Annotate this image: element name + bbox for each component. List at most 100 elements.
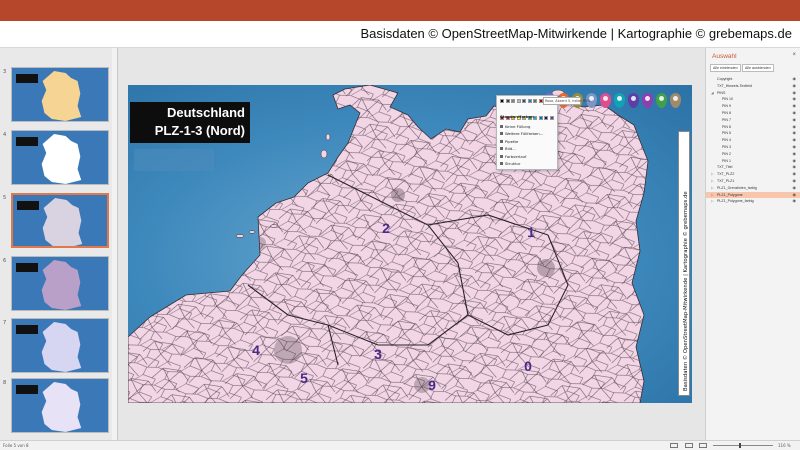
eye-icon[interactable]: ◉ <box>793 110 797 116</box>
layer-row[interactable]: PIN 2 ◉ <box>706 151 800 157</box>
map-pin-icon[interactable] <box>614 93 625 108</box>
slide-thumbnail-4[interactable]: 4 <box>0 130 117 186</box>
color-swatch[interactable] <box>549 116 554 120</box>
eye-icon[interactable]: ◉ <box>793 158 797 164</box>
close-icon[interactable]: × <box>792 52 796 58</box>
thumbnail-image[interactable] <box>11 193 109 248</box>
layer-row[interactable]: PIN 9 ◉ <box>706 103 800 109</box>
thumbnail-image[interactable] <box>11 130 109 185</box>
color-swatch[interactable] <box>500 99 504 103</box>
selection-pane[interactable]: Auswahl × Alle einblenden Alle ausblende… <box>705 48 800 440</box>
layer-row[interactable]: PIN 8 ◉ <box>706 110 800 116</box>
expand-icon[interactable]: ▷ <box>711 185 714 191</box>
color-swatch[interactable] <box>516 99 521 103</box>
expand-icon[interactable]: ▷ <box>711 192 714 198</box>
map-pin-icon[interactable] <box>670 93 681 108</box>
thumbnail-image[interactable] <box>11 378 109 433</box>
expand-icon[interactable]: ◢ <box>711 90 714 96</box>
layer-row[interactable]: ▷ TXT_PLZ2 ◉ <box>706 171 800 177</box>
eye-icon[interactable]: ◉ <box>793 124 797 130</box>
eye-icon[interactable]: ◉ <box>793 192 797 198</box>
color-swatch[interactable] <box>505 99 510 103</box>
menu-item[interactable]: Farbverlauf <box>505 154 526 159</box>
eye-icon[interactable]: ◉ <box>793 144 797 150</box>
menu-item[interactable]: Struktur <box>505 161 521 166</box>
eye-icon[interactable]: ◉ <box>793 117 797 123</box>
layer-row[interactable]: PIN 5 ◉ <box>706 130 800 136</box>
slide-thumbnail-7[interactable]: 7 <box>0 318 117 374</box>
slide-thumbnail-8[interactable]: 8 <box>0 378 117 434</box>
hide-all-button[interactable]: Alle ausblenden <box>742 64 774 72</box>
eye-icon[interactable]: ◉ <box>793 178 797 184</box>
layer-row[interactable]: TXT_Titel ◉ <box>706 164 800 170</box>
eye-icon[interactable]: ◉ <box>793 103 797 109</box>
eye-icon[interactable]: ◉ <box>793 185 797 191</box>
slide-thumbnail-pane[interactable]: 3 4 5 6 7 8 <box>0 48 118 440</box>
slide-thumbnail-6[interactable]: 6 <box>0 256 117 312</box>
thumbnail-number: 6 <box>3 258 7 264</box>
thumbnail-image[interactable] <box>11 256 109 311</box>
thumbnail-number: 3 <box>3 69 7 75</box>
menu-item[interactable]: Bild... <box>505 146 516 151</box>
menu-item[interactable]: Keine Füllung <box>505 124 530 129</box>
layer-row[interactable]: PIN 1 ◉ <box>706 158 800 164</box>
region-label-0: 0 <box>524 358 532 374</box>
eye-icon[interactable]: ◉ <box>793 76 797 82</box>
layer-row[interactable]: ▷ PLZ1_Grenzlinien_farbig ◉ <box>706 185 800 191</box>
expand-icon[interactable]: ▷ <box>711 171 714 177</box>
zoom-slider[interactable] <box>713 445 773 446</box>
region-label-4: 4 <box>252 342 260 358</box>
status-bar: Folie 5 von 8 116 % <box>0 440 800 450</box>
color-swatch[interactable] <box>527 99 532 103</box>
zoom-level[interactable]: 116 % <box>778 443 791 448</box>
eye-icon[interactable]: ◉ <box>793 137 797 143</box>
eye-icon[interactable]: ◉ <box>793 83 797 89</box>
thumbnail-image[interactable] <box>11 318 109 373</box>
eye-icon[interactable]: ◉ <box>793 171 797 177</box>
layer-row[interactable]: PIN 7 ◉ <box>706 117 800 123</box>
layer-row[interactable]: PIN 10 ◉ <box>706 96 800 102</box>
vertical-credit-box[interactable]: Basisdaten © OpenStreetMap-Mitwirkende |… <box>678 131 690 396</box>
show-all-button[interactable]: Alle einblenden <box>710 64 741 72</box>
thumbnail-image[interactable] <box>11 67 109 122</box>
map-pin-icon[interactable] <box>628 93 639 108</box>
slide-sorter-icon[interactable] <box>685 443 693 448</box>
layer-row[interactable]: ▷ PLZ1_Polygone_farbig ◉ <box>706 198 800 204</box>
eye-icon[interactable]: ◉ <box>793 164 797 170</box>
layer-row[interactable]: ▷ PLZ1_Polygone ◉ <box>706 191 800 198</box>
menu-item[interactable]: Weitere Füllfarben... <box>505 131 543 136</box>
map-pin-icon[interactable] <box>642 93 653 108</box>
layer-row[interactable]: ▷ TXT_PLZ1 ◉ <box>706 178 800 184</box>
map-pin-icon[interactable] <box>656 93 667 108</box>
color-swatch[interactable] <box>538 99 543 103</box>
expand-icon[interactable]: ▷ <box>711 178 714 184</box>
zoom-slider-knob[interactable] <box>739 443 741 448</box>
slide-thumbnail-3[interactable]: 3 <box>0 67 117 123</box>
eye-icon[interactable]: ◉ <box>793 130 797 136</box>
expand-icon[interactable]: ▷ <box>711 198 714 204</box>
menu-item[interactable]: Pipette <box>505 139 518 144</box>
color-swatch[interactable] <box>533 99 537 103</box>
slide-canvas-area[interactable]: 1 2 3 4 5 9 0 Deutschland PLZ-1-3 (Nord) Basis… <box>119 48 705 440</box>
eye-icon[interactable]: ◉ <box>793 90 797 96</box>
map-pin-icon[interactable] <box>600 93 611 108</box>
slide[interactable]: 1 2 3 4 5 9 0 Deutschland PLZ-1-3 (Nord) Basis… <box>128 85 692 403</box>
normal-view-icon[interactable] <box>670 443 678 448</box>
slide-title-box[interactable]: Deutschland PLZ-1-3 (Nord) <box>130 102 250 143</box>
slide-thumbnail-5[interactable]: 5 <box>0 193 117 249</box>
layer-row[interactable]: PIN 6 ◉ <box>706 124 800 130</box>
color-swatch[interactable] <box>522 99 526 103</box>
layer-row[interactable]: PIN 3 ◉ <box>706 144 800 150</box>
layer-row[interactable]: PIN 4 ◉ <box>706 137 800 143</box>
layer-row[interactable]: TXT_Hinweis-Textfeld ◉ <box>706 83 800 89</box>
eye-icon[interactable]: ◉ <box>793 151 797 157</box>
reading-view-icon[interactable] <box>699 443 707 448</box>
color-swatch[interactable] <box>544 116 548 120</box>
layer-row[interactable]: Copyright ◉ <box>706 76 800 82</box>
layer-row[interactable]: ◢ PINS ◉ <box>706 90 800 96</box>
fill-color-menu[interactable]: Standardfarben Keine Füllung Weitere Füll… <box>496 95 558 170</box>
eye-icon[interactable]: ◉ <box>793 96 797 102</box>
color-swatch[interactable] <box>538 116 543 120</box>
eye-icon[interactable]: ◉ <box>793 198 797 204</box>
color-swatch[interactable] <box>511 99 515 103</box>
